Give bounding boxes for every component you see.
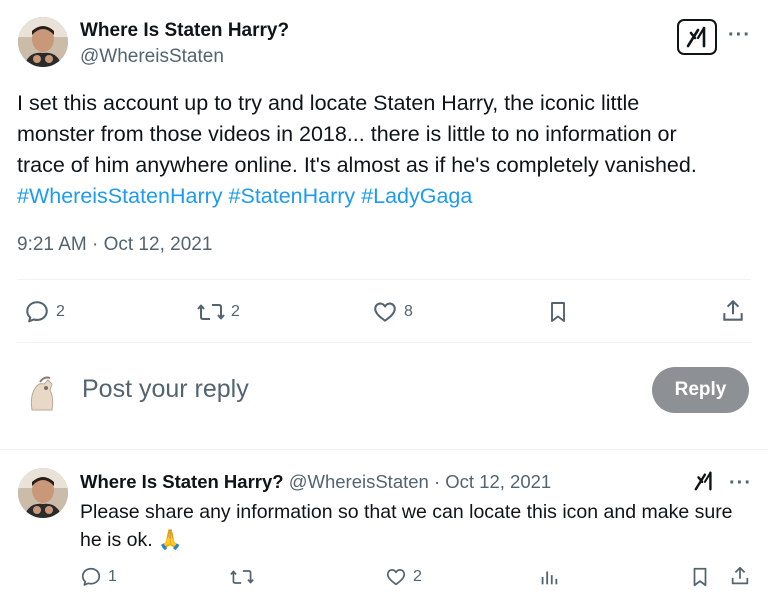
reply-views-action[interactable] [538,566,560,588]
bookmark-icon [551,302,565,322]
reply-author-name[interactable]: Where Is Staten Harry? [80,471,284,492]
reply-count: 2 [56,303,65,320]
bookmark-action[interactable] [546,299,570,325]
tweet-text: I set this account up to try and locate … [17,88,757,212]
like-count: 8 [404,303,413,320]
tweet-timestamp[interactable]: 9:21 AM · Oct 12, 2021 [17,234,212,256]
more-icon[interactable]: ··· [728,25,751,45]
reply-author-handle[interactable]: @WhereisStaten [289,471,429,492]
share-icon [723,300,743,321]
reply-input[interactable]: Post your reply [82,375,249,404]
views-icon [541,571,558,585]
comment-icon [81,567,101,586]
author-handle[interactable]: @WhereisStaten [80,46,224,68]
reply-text: Please share any information so that we … [80,498,760,554]
comment-icon [26,301,48,323]
reply-text-line: Please share any information so that we … [80,501,733,523]
share-action[interactable] [720,298,746,324]
reply-reply-count: 1 [108,568,117,585]
reply-author-line: Where Is Staten Harry? @WhereisStaten · … [80,471,551,493]
share-icon [731,566,749,585]
heart-icon [374,302,396,322]
reply-like-action[interactable]: 2 [385,566,422,588]
reply-button[interactable]: Reply [652,367,749,413]
author-name[interactable]: Where Is Staten Harry? [80,20,289,42]
like-action[interactable]: 8 [372,299,413,325]
divider [0,449,768,450]
tweet-text-line: I set this account up to try and locate … [17,91,640,115]
reply-text-line: he is ok. 🙏 [80,529,183,551]
heart-icon [386,568,406,586]
more-icon[interactable]: ··· [729,473,752,493]
reply-like-count: 2 [413,568,422,585]
user-avatar[interactable] [22,372,62,412]
repost-action[interactable]: 2 [197,299,240,325]
bookmark-icon [693,567,707,587]
hashtag-line: #WhereisStatenHarry #StatenHarry #LadyGa… [17,181,757,212]
tweet-text-line: trace of him anywhere online. It's almos… [17,153,697,177]
hashtag-link[interactable]: #LadyGaga [361,184,472,208]
repost-count: 2 [231,303,240,320]
reply-date[interactable]: · Oct 12, 2021 [434,471,551,492]
reply-share-action[interactable] [729,565,751,587]
hashtag-link[interactable]: #StatenHarry [229,184,356,208]
reply-action[interactable]: 2 [24,299,65,325]
reply-reply-action[interactable]: 1 [80,566,117,588]
repost-icon [230,570,254,584]
grok-icon[interactable] [677,19,717,55]
hashtag-link[interactable]: #WhereisStatenHarry [17,184,223,208]
reply-bookmark-action[interactable] [689,566,711,588]
reply-repost-action[interactable] [230,566,254,588]
author-avatar[interactable] [18,17,68,67]
divider [17,279,751,280]
divider [17,342,751,343]
repost-icon [197,304,225,320]
grok-icon[interactable] [693,470,715,497]
tweet-text-line: monster from those videos in 2018... the… [17,122,677,146]
reply-author-avatar[interactable] [18,468,68,518]
